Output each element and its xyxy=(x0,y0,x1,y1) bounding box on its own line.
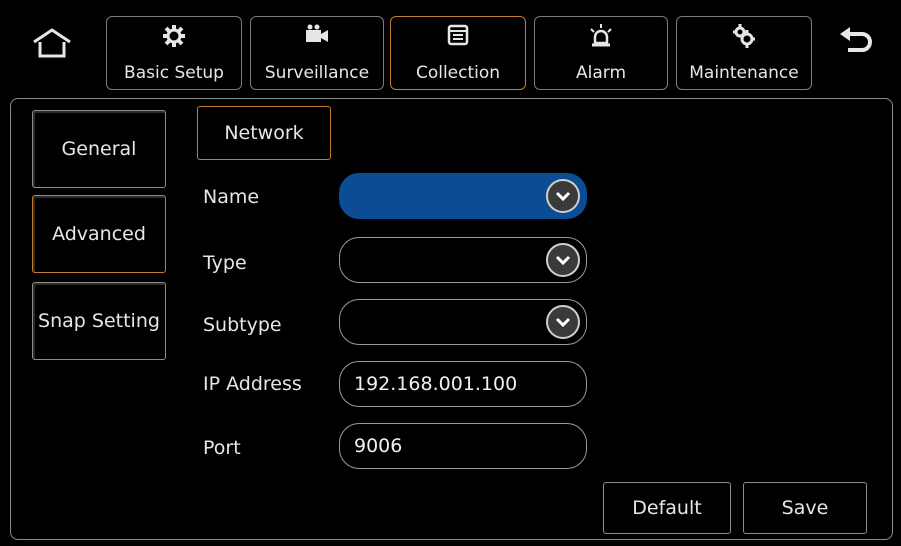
tab-alarm-label: Alarm xyxy=(575,63,627,83)
default-button[interactable]: Default xyxy=(603,482,731,534)
type-dropdown[interactable] xyxy=(339,237,587,283)
subtype-dropdown[interactable] xyxy=(339,299,587,345)
tab-network-label: Network xyxy=(224,122,304,144)
save-button[interactable]: Save xyxy=(743,482,867,534)
sidebar-item-label: Advanced xyxy=(52,223,146,245)
ip-address-field[interactable]: 192.168.001.100 xyxy=(339,361,587,407)
subtype-label: Subtype xyxy=(203,314,282,336)
ip-address-label: IP Address xyxy=(203,373,302,395)
tab-basic-setup-label: Basic Setup xyxy=(124,63,224,83)
home-button[interactable] xyxy=(28,24,76,64)
chevron-down-icon[interactable] xyxy=(546,243,580,277)
back-icon xyxy=(840,27,872,52)
name-label: Name xyxy=(203,186,260,208)
sidebar-item-label: General xyxy=(61,138,137,160)
default-button-label: Default xyxy=(632,497,702,519)
tab-surveillance-label: Surveillance xyxy=(264,63,370,83)
type-label: Type xyxy=(203,252,247,274)
tab-maintenance[interactable]: Maintenance xyxy=(676,16,812,90)
camera-icon xyxy=(304,23,330,51)
chevron-down-icon[interactable] xyxy=(546,305,580,339)
port-value: 9006 xyxy=(354,435,403,457)
tab-alarm[interactable]: Alarm xyxy=(534,16,668,90)
tab-maintenance-label: Maintenance xyxy=(689,63,799,83)
name-dropdown[interactable] xyxy=(339,173,587,219)
sidebar-item-general[interactable]: General xyxy=(32,110,166,188)
sidebar-item-advanced[interactable]: Advanced xyxy=(32,195,166,273)
sidebar-item-snap-setting[interactable]: Snap Setting xyxy=(32,282,166,360)
tab-basic-setup[interactable]: Basic Setup xyxy=(106,16,242,90)
ip-address-value: 192.168.001.100 xyxy=(354,373,518,395)
port-field[interactable]: 9006 xyxy=(339,423,587,469)
tab-collection-label: Collection xyxy=(415,63,501,83)
save-button-label: Save xyxy=(781,497,829,519)
tab-surveillance[interactable]: Surveillance xyxy=(250,16,384,90)
port-label: Port xyxy=(203,437,241,459)
window-icon xyxy=(446,23,470,51)
siren-icon xyxy=(587,23,615,53)
gears-icon xyxy=(730,23,758,53)
back-button[interactable] xyxy=(834,24,878,64)
sidebar-item-label: Snap Setting xyxy=(38,310,160,332)
home-icon xyxy=(33,28,71,58)
tab-network[interactable]: Network xyxy=(197,106,331,160)
tab-collection[interactable]: Collection xyxy=(390,16,526,90)
gear-icon xyxy=(161,23,187,53)
chevron-down-icon[interactable] xyxy=(546,179,580,213)
